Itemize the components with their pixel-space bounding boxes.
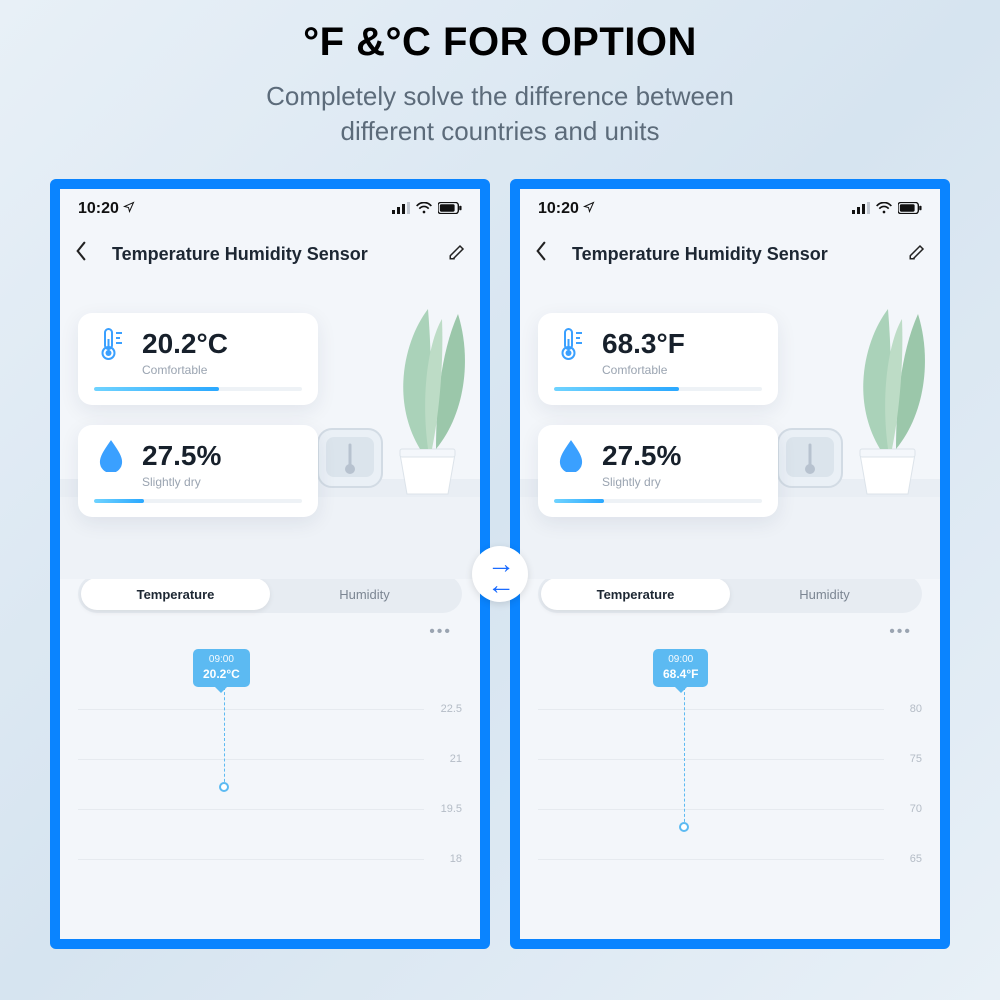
tooltip-time: 09:00 xyxy=(663,654,698,667)
humidity-card[interactable]: 27.5% Slightly dry xyxy=(538,425,778,517)
tab-humidity[interactable]: Humidity xyxy=(730,578,919,610)
temperature-card[interactable]: 20.2°C Comfortable xyxy=(78,313,318,405)
back-button[interactable] xyxy=(534,241,558,267)
chart-options-button[interactable]: ••• xyxy=(520,613,940,641)
temperature-card[interactable]: 68.3°F Comfortable xyxy=(538,313,778,405)
page-title: Temperature Humidity Sensor xyxy=(572,244,898,265)
humidity-card[interactable]: 27.5% Slightly dry xyxy=(78,425,318,517)
status-time: 10:20 xyxy=(538,200,595,218)
humidity-bar xyxy=(554,499,762,503)
status-bar: 10:20 xyxy=(520,189,940,229)
tab-temperature[interactable]: Temperature xyxy=(541,578,730,610)
humidity-status: Slightly dry xyxy=(142,475,302,489)
y-tick: 70 xyxy=(888,803,922,815)
y-tick: 75 xyxy=(888,753,922,765)
nav-bar: Temperature Humidity Sensor xyxy=(60,229,480,279)
status-time: 10:20 xyxy=(78,200,135,218)
y-tick: 65 xyxy=(888,853,922,865)
temperature-value: 68.3°F xyxy=(602,328,685,360)
tab-temperature[interactable]: Temperature xyxy=(81,578,270,610)
y-tick: 21 xyxy=(428,753,462,765)
temperature-chart-celsius[interactable]: 22.5 21 19.5 18 09:00 20.2°C xyxy=(78,649,462,879)
chart-options-button[interactable]: ••• xyxy=(60,613,480,641)
edit-button[interactable] xyxy=(908,243,926,266)
battery-icon xyxy=(438,201,462,217)
back-button[interactable] xyxy=(74,241,98,267)
tooltip-value: 68.4°F xyxy=(663,667,698,682)
droplet-icon xyxy=(554,439,588,473)
marketing-header: °F &°C FOR OPTION Completely solve the d… xyxy=(0,0,1000,149)
nav-bar: Temperature Humidity Sensor xyxy=(520,229,940,279)
phone-screenshot-fahrenheit: 10:20 Temperature Humid xyxy=(510,179,950,949)
y-tick: 19.5 xyxy=(428,803,462,815)
temperature-bar xyxy=(94,387,302,391)
phone-screenshot-celsius: 10:20 Temperature Humid xyxy=(50,179,490,949)
temperature-status: Comfortable xyxy=(602,363,762,377)
chart-stem xyxy=(684,687,685,827)
cellular-signal-icon xyxy=(852,201,870,217)
droplet-icon xyxy=(94,439,128,473)
status-bar: 10:20 xyxy=(60,189,480,229)
wifi-icon xyxy=(876,201,892,217)
metric-segmented-control[interactable]: Temperature Humidity xyxy=(78,575,462,613)
humidity-status: Slightly dry xyxy=(602,475,762,489)
tooltip-value: 20.2°C xyxy=(203,667,240,682)
battery-icon xyxy=(898,201,922,217)
metric-segmented-control[interactable]: Temperature Humidity xyxy=(538,575,922,613)
edit-button[interactable] xyxy=(448,243,466,266)
tab-humidity[interactable]: Humidity xyxy=(270,578,459,610)
location-arrow-icon xyxy=(123,200,135,218)
cellular-signal-icon xyxy=(392,201,410,217)
wifi-icon xyxy=(416,201,432,217)
subheadline: Completely solve the difference between … xyxy=(0,79,1000,149)
tooltip-time: 09:00 xyxy=(203,654,240,667)
headline: °F &°C FOR OPTION xyxy=(0,20,1000,65)
y-tick: 18 xyxy=(428,853,462,865)
humidity-value: 27.5% xyxy=(142,440,221,472)
y-tick: 80 xyxy=(888,703,922,715)
humidity-bar xyxy=(94,499,302,503)
page-title: Temperature Humidity Sensor xyxy=(112,244,438,265)
y-tick: 22.5 xyxy=(428,703,462,715)
chart-point xyxy=(219,782,229,792)
temperature-value: 20.2°C xyxy=(142,328,228,360)
temperature-chart-fahrenheit[interactable]: 80 75 70 65 09:00 68.4°F xyxy=(538,649,922,879)
thermometer-icon xyxy=(94,327,128,361)
chart-tooltip: 09:00 68.4°F xyxy=(653,649,708,687)
temperature-bar xyxy=(554,387,762,391)
thermometer-icon xyxy=(554,327,588,361)
chart-tooltip: 09:00 20.2°C xyxy=(193,649,250,687)
temperature-status: Comfortable xyxy=(142,363,302,377)
humidity-value: 27.5% xyxy=(602,440,681,472)
chart-stem xyxy=(224,687,225,787)
swap-units-icon: → ← xyxy=(472,546,528,602)
chart-point xyxy=(679,822,689,832)
location-arrow-icon xyxy=(583,200,595,217)
